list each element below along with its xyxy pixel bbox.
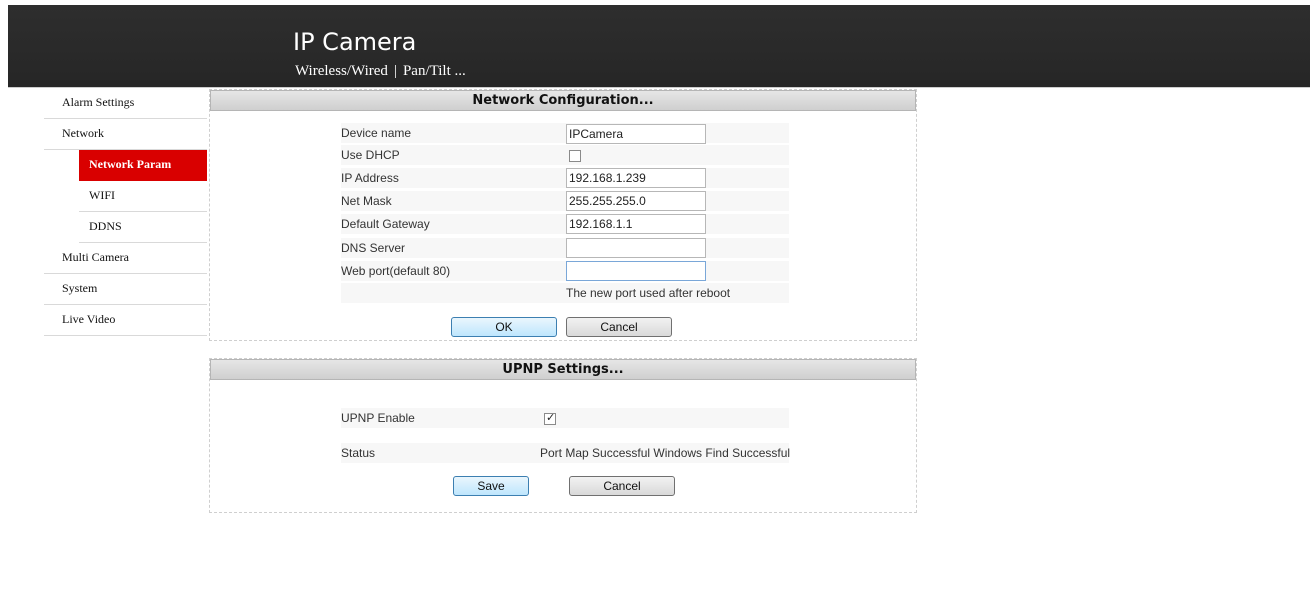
sidebar-item-alarm-settings[interactable]: Alarm Settings (44, 88, 207, 119)
upnp-cancel-button[interactable]: Cancel (569, 476, 675, 496)
sidebar-item-wifi[interactable]: WIFI (79, 181, 207, 212)
port-note-text: The new port used after reboot (566, 286, 731, 300)
web-port-label: Web port(default 80) (341, 264, 451, 278)
network-config-title: Network Configuration... (210, 90, 916, 111)
save-button[interactable]: Save (453, 476, 529, 496)
app-title: IP Camera (293, 28, 417, 56)
sidebar-item-network-param[interactable]: Network Param (79, 150, 207, 181)
sidebar: Alarm Settings Network Network Param WIF… (44, 88, 207, 336)
upnp-status-label: Status (341, 446, 376, 460)
default-gateway-label: Default Gateway (341, 217, 430, 231)
use-dhcp-checkbox[interactable] (569, 150, 581, 162)
ip-address-input[interactable] (566, 168, 706, 188)
upnp-status-value: Port Map Successful Windows Find Success… (540, 446, 791, 460)
web-port-row: Web port(default 80) (341, 261, 789, 281)
nav-link-pan-tilt[interactable]: Pan/Tilt ... (403, 63, 466, 79)
sidebar-item-multi-camera[interactable]: Multi Camera (44, 243, 207, 274)
ip-address-label: IP Address (341, 171, 399, 185)
net-mask-label: Net Mask (341, 194, 392, 208)
web-port-input[interactable] (566, 261, 706, 281)
device-name-input[interactable] (566, 124, 706, 144)
device-name-label: Device name (341, 126, 412, 140)
dns-server-input[interactable] (566, 238, 706, 258)
upnp-enable-row: UPNP Enable (341, 408, 789, 428)
upnp-enable-label: UPNP Enable (341, 411, 415, 425)
app-header: IP Camera Wireless/Wired | Pan/Tilt ... (8, 5, 1310, 87)
dns-server-label: DNS Server (341, 241, 406, 255)
dns-server-row: DNS Server (341, 238, 789, 258)
network-config-panel: Network Configuration... Device name Use… (209, 89, 917, 341)
net-mask-row: Net Mask (341, 191, 789, 211)
nav-separator: | (393, 63, 397, 79)
ip-address-row: IP Address (341, 168, 789, 188)
upnp-enable-checkbox[interactable] (544, 411, 556, 425)
upnp-title: UPNP Settings... (210, 359, 916, 380)
device-name-row: Device name (341, 123, 789, 143)
default-gateway-row: Default Gateway (341, 214, 789, 234)
sidebar-item-system[interactable]: System (44, 274, 207, 305)
ok-button[interactable]: OK (451, 317, 557, 337)
default-gateway-input[interactable] (566, 214, 706, 234)
header-nav: Wireless/Wired | Pan/Tilt ... (295, 62, 466, 80)
sidebar-item-network[interactable]: Network (44, 119, 207, 150)
nav-link-wireless-wired[interactable]: Wireless/Wired (295, 63, 388, 79)
upnp-panel: UPNP Settings... UPNP Enable Status Port… (209, 358, 917, 513)
use-dhcp-row: Use DHCP (341, 145, 789, 165)
net-mask-input[interactable] (566, 191, 706, 211)
sidebar-item-ddns[interactable]: DDNS (79, 212, 207, 243)
network-cancel-button[interactable]: Cancel (566, 317, 672, 337)
sidebar-item-live-video[interactable]: Live Video (44, 305, 207, 336)
use-dhcp-label: Use DHCP (341, 148, 400, 162)
